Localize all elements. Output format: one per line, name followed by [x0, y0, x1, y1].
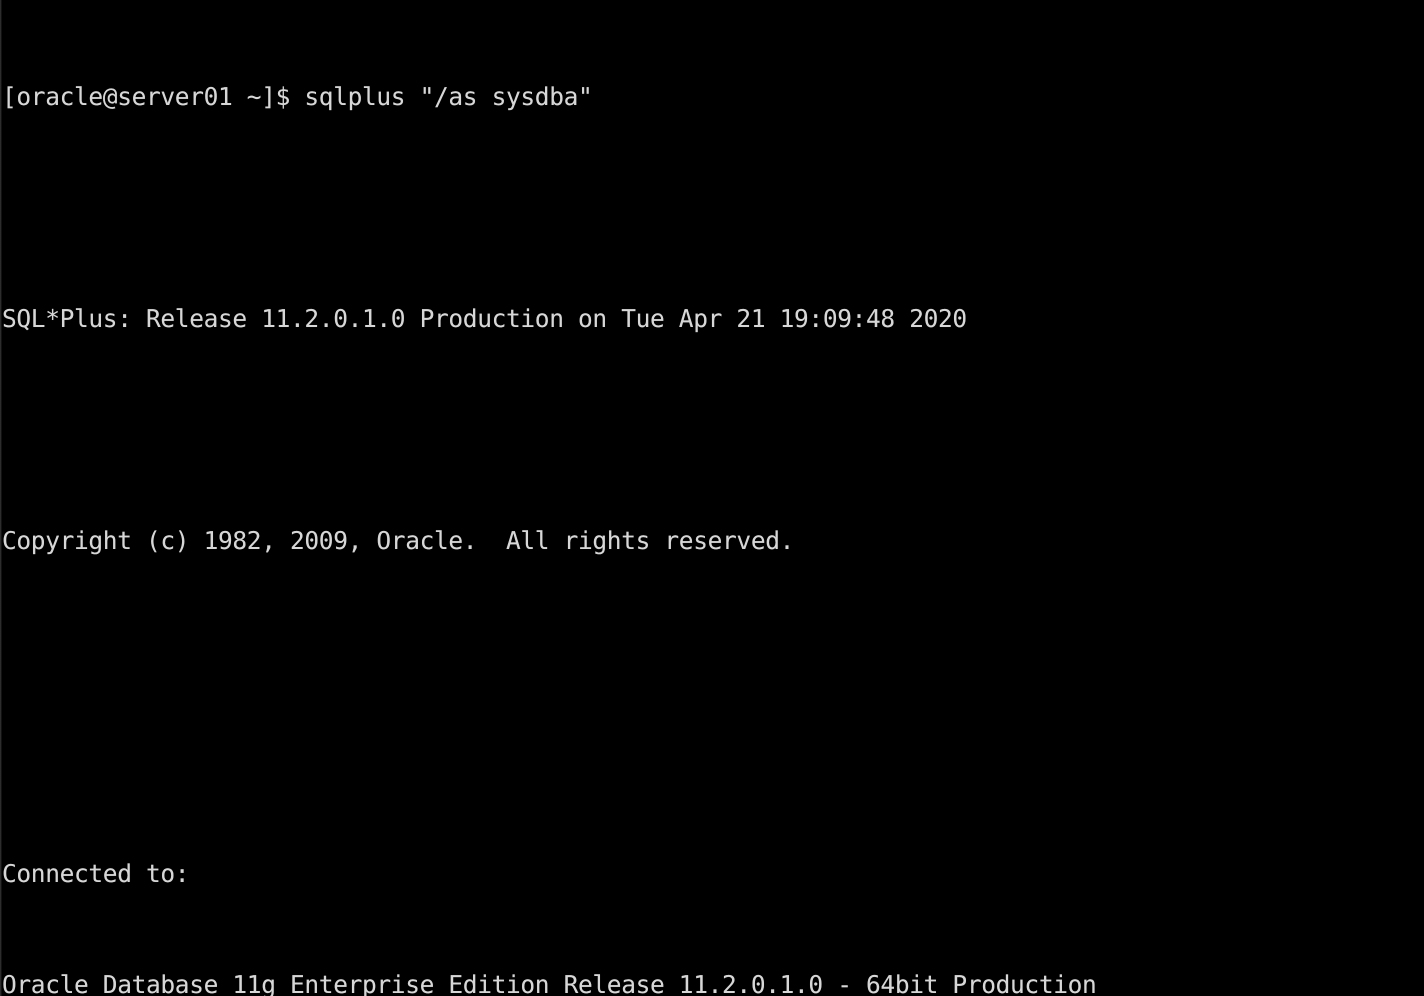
terminal-line: SQL*Plus: Release 11.2.0.1.0 Production … [2, 304, 967, 333]
terminal-line: Copyright (c) 1982, 2009, Oracle. All ri… [2, 526, 795, 555]
terminal-line: Oracle Database 11g Enterprise Edition R… [2, 970, 1097, 996]
terminal-line: Connected to: [2, 859, 190, 888]
terminal-window[interactable]: [oracle@server01 ~]$ sqlplus "/as sysdba… [0, 0, 1424, 996]
terminal-line: [oracle@server01 ~]$ sqlplus "/as sysdba… [2, 82, 593, 111]
terminal-output: [oracle@server01 ~]$ sqlplus "/as sysdba… [2, 4, 1424, 996]
